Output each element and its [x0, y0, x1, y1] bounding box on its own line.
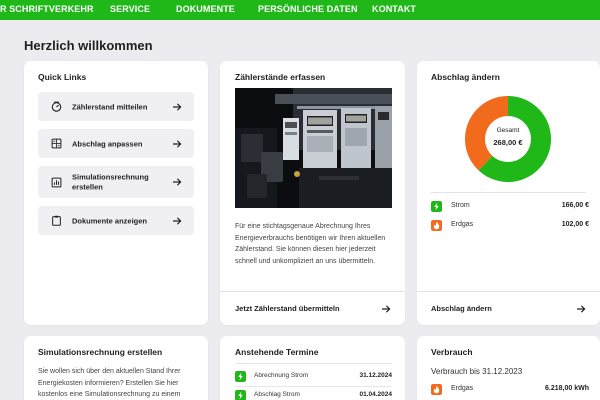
consumption-card: Verbrauch Verbrauch bis 31.12.2023 Erdga… — [417, 336, 600, 400]
simulation-card-text: Sie wollen sich über den aktuellen Stand… — [38, 368, 181, 398]
nav-item-service[interactable]: SERVICE — [110, 4, 150, 14]
lightning-icon — [235, 390, 246, 400]
consumption-card-title: Verbrauch — [431, 347, 473, 357]
flame-icon — [431, 384, 442, 395]
installment-row-strom: Strom 166,00 € — [431, 201, 589, 213]
nav-item-schriftverkehr[interactable]: R SCHRIFTVERKEHR — [0, 4, 94, 14]
nav-item-dokumente[interactable]: DOKUMENTE — [176, 4, 235, 14]
quick-link-label: Abschlag anpassen — [72, 138, 143, 148]
appointment-label: Abschlag Strom — [254, 391, 300, 398]
page-title: Herzlich willkommen — [24, 38, 153, 53]
donut-center-total: 268,00 € — [493, 138, 523, 147]
quick-links-card: Quick Links Zählerstand mitteilen Abschl… — [24, 61, 208, 325]
arrow-right-icon[interactable] — [381, 304, 391, 314]
meter-card-description: Für eine stichtagsgenaue Abrechnung Ihre… — [235, 223, 386, 265]
change-installment-link[interactable]: Abschlag ändern — [431, 304, 492, 313]
flame-icon — [431, 220, 442, 231]
installment-value: 166,00 € — [561, 202, 589, 209]
appointment-date: 01.04.2024 — [359, 391, 392, 398]
divider — [220, 291, 405, 292]
lightning-icon — [235, 371, 246, 382]
consumption-label: Erdgas — [451, 385, 474, 392]
meter-gauge-icon — [51, 101, 62, 112]
meter-cabinet-photo — [235, 88, 392, 208]
donut-segment-erdgas — [465, 96, 509, 171]
arrow-right-icon — [173, 139, 182, 148]
quick-link-label: Simulationsrechnung erstellen — [72, 172, 149, 192]
simulation-card-title: Simulationsrechnung erstellen — [38, 347, 163, 357]
appointments-card: Anstehende Termine Abrechnung Strom 31.1… — [220, 336, 405, 400]
arrow-right-icon — [173, 216, 182, 225]
quick-link-simulation-button[interactable]: Simulationsrechnung erstellen — [38, 166, 194, 198]
appointment-row: Abschlag Strom 01.04.2024 — [235, 390, 392, 400]
divider — [431, 192, 586, 193]
quick-link-label: Zählerstand mitteilen — [72, 101, 148, 111]
quick-links-title: Quick Links — [38, 72, 87, 82]
consumption-subtitle: Verbrauch bis 31.12.2023 — [431, 367, 523, 376]
divider — [235, 386, 392, 387]
installment-value: 102,00 € — [561, 221, 589, 228]
donut-center-label: Gesamt — [496, 127, 520, 134]
quick-link-abschlag-button[interactable]: Abschlag anpassen — [38, 129, 194, 158]
installment-row-erdgas: Erdgas 102,00 € — [431, 220, 589, 232]
top-navigation: R SCHRIFTVERKEHR SERVICE DOKUMENTE PERSÖ… — [0, 0, 600, 20]
arrow-right-icon — [173, 102, 182, 111]
installment-card-title: Abschlag ändern — [431, 72, 500, 82]
installment-card: Abschlag ändern Gesamt 268,00 € Strom 16… — [417, 61, 600, 325]
calculator-icon — [51, 138, 62, 149]
consumption-row-erdgas: Erdgas 6.218,00 kWh — [431, 384, 589, 396]
divider — [417, 291, 600, 292]
appointments-card-title: Anstehende Termine — [235, 347, 319, 357]
meter-reading-card: Zählerstände erfassen Für eine stichtags… — [220, 61, 405, 325]
appointment-label: Abrechnung Strom — [254, 372, 309, 379]
installment-label: Erdgas — [451, 221, 474, 228]
appointment-row: Abrechnung Strom 31.12.2024 — [235, 371, 392, 383]
quick-link-label: Dokumente anzeigen — [72, 215, 148, 225]
meter-card-title: Zählerstände erfassen — [235, 72, 326, 82]
quick-link-dokumente-button[interactable]: Dokumente anzeigen — [38, 206, 194, 235]
arrow-right-icon[interactable] — [576, 304, 586, 314]
quick-link-zaehlerstand-button[interactable]: Zählerstand mitteilen — [38, 92, 194, 121]
installment-label: Strom — [451, 202, 470, 209]
consumption-value: 6.218,00 kWh — [545, 385, 589, 392]
bar-chart-icon — [51, 177, 62, 187]
divider — [235, 363, 392, 364]
nav-item-kontakt[interactable]: KONTAKT — [372, 4, 416, 14]
simulation-card: Simulationsrechnung erstellen Sie wollen… — [24, 336, 208, 400]
appointment-date: 31.12.2024 — [359, 372, 392, 379]
arrow-right-icon — [173, 178, 182, 186]
clipboard-icon — [52, 215, 61, 226]
submit-meter-reading-link[interactable]: Jetzt Zählerstand übermitteln — [235, 304, 340, 313]
lightning-icon — [431, 201, 442, 212]
nav-item-persoenliche-daten[interactable]: PERSÖNLICHE DATEN — [258, 4, 358, 14]
